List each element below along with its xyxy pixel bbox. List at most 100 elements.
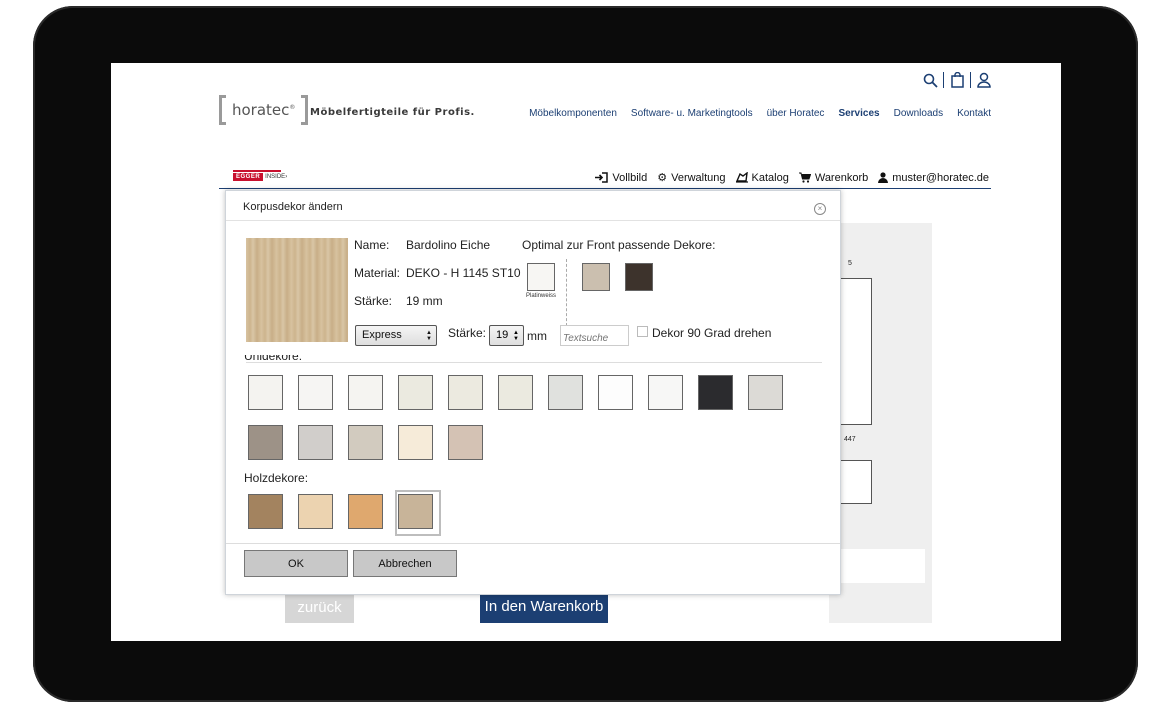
account-button[interactable]: muster@horatec.de	[878, 171, 989, 184]
uni-swatch[interactable]	[348, 425, 383, 460]
admin-label: Verwaltung	[671, 171, 726, 184]
wood-swatch[interactable]	[298, 494, 333, 529]
user-icon[interactable]	[973, 71, 995, 89]
cart-label: Warenkorb	[814, 171, 869, 184]
decor-dialog: Korpusdekor ändern × Name: Bardolino Eic…	[225, 190, 841, 595]
nav-item-services[interactable]: Services	[838, 108, 879, 119]
catalog-button[interactable]: Katalog	[735, 171, 789, 184]
wood-swatch[interactable]	[398, 494, 433, 529]
uni-swatch[interactable]	[398, 425, 433, 460]
icon-separator	[970, 72, 971, 88]
top-icons	[919, 71, 995, 89]
tagline: Möbelfertigteile für Profis.	[310, 107, 475, 118]
rotate-checkbox[interactable]	[637, 326, 648, 337]
thickness-unit: mm	[527, 329, 547, 343]
toolbar-actions: Vollbild ⚙ Verwaltung Katalog Warenkorb …	[595, 171, 989, 184]
logo-bracket-right	[301, 95, 309, 125]
cancel-button[interactable]: Abbrechen	[353, 550, 457, 577]
material-label: Material:	[354, 266, 401, 280]
uni-swatch[interactable]	[498, 375, 533, 410]
cabinet-preview-lower	[838, 460, 872, 504]
optimal-decors-title: Optimal zur Front passende Dekore:	[522, 238, 716, 252]
thickness-field-label: Stärke:	[448, 326, 487, 340]
dialog-title: Korpusdekor ändern	[243, 201, 343, 213]
thickness-value: 19 mm	[406, 294, 443, 308]
uni-swatch[interactable]	[648, 375, 683, 410]
icon-separator	[943, 72, 944, 88]
wood-swatch[interactable]	[248, 494, 283, 529]
nav-item-ueber-horatec[interactable]: über Horatec	[767, 108, 825, 119]
section-divider	[246, 362, 822, 363]
thickness-select-value: 19	[496, 329, 509, 341]
catalog-icon	[735, 172, 748, 183]
ok-button[interactable]: OK	[244, 550, 348, 577]
logo-bracket-left	[219, 95, 226, 125]
uni-swatch[interactable]	[598, 375, 633, 410]
back-button[interactable]: zurück	[285, 591, 354, 623]
cart-button[interactable]: Warenkorb	[798, 171, 869, 184]
catalog-label: Katalog	[751, 171, 789, 184]
egger-logo-bar	[233, 170, 281, 172]
nav-item-kontakt[interactable]: Kontakt	[957, 108, 991, 119]
browser-screen: horatec® Möbelfertigteile für Profis. Mö…	[111, 63, 1061, 641]
fullscreen-label: Vollbild	[612, 171, 648, 184]
select-arrows-icon: ▲ ▼	[426, 330, 432, 342]
thickness-select[interactable]: 19 ▲ ▼	[489, 325, 524, 346]
logo-text: horatec®	[232, 101, 296, 119]
nav-item-moebelkomponenten[interactable]: Möbelkomponenten	[529, 108, 617, 119]
configurator-toolbar: EGGER INSIDE › Vollbild ⚙ Verwaltung Kata…	[219, 169, 991, 189]
material-value: DEKO - H 1145 ST10	[406, 266, 521, 280]
thickness-label: Stärke:	[354, 294, 393, 308]
name-value: Bardolino Eiche	[406, 238, 491, 252]
uni-swatch[interactable]	[298, 375, 333, 410]
delivery-select[interactable]: Express ▲ ▼	[355, 325, 437, 346]
uni-swatch[interactable]	[348, 375, 383, 410]
name-label: Name:	[354, 238, 390, 252]
select-arrows-icon: ▲ ▼	[513, 330, 519, 342]
dimension-label: 5	[848, 260, 852, 267]
uni-swatch[interactable]	[548, 375, 583, 410]
uni-swatch[interactable]	[448, 375, 483, 410]
uni-swatch[interactable]	[398, 375, 433, 410]
egger-chevron-icon: ›	[285, 174, 288, 180]
dimension-label: 447	[844, 436, 856, 443]
optimal-swatch[interactable]	[582, 263, 610, 291]
bag-icon[interactable]	[946, 71, 968, 89]
optimal-swatch-label: Platinweiss	[526, 293, 557, 299]
uni-swatch[interactable]	[748, 375, 783, 410]
decor-preview-image	[246, 238, 348, 342]
gear-icon: ⚙	[657, 172, 668, 184]
egger-logo: EGGER	[233, 173, 264, 181]
cabinet-preview-upper	[838, 278, 872, 425]
uni-swatch[interactable]	[298, 425, 333, 460]
login-arrow-icon	[595, 172, 609, 183]
delivery-select-value: Express	[362, 329, 402, 341]
uni-swatch[interactable]	[248, 425, 283, 460]
title-divider	[226, 220, 840, 221]
wood-section-label: Holzdekore:	[244, 471, 309, 485]
user-icon	[878, 172, 889, 183]
decor-search-input[interactable]	[560, 325, 629, 346]
egger-inside-label: INSIDE	[265, 174, 286, 180]
uni-swatch[interactable]	[248, 375, 283, 410]
cart-icon	[798, 172, 811, 183]
search-icon[interactable]	[919, 71, 941, 89]
wood-swatch[interactable]	[348, 494, 383, 529]
close-icon[interactable]: ×	[814, 203, 826, 215]
account-email: muster@horatec.de	[892, 171, 989, 184]
egger-inside-logo: EGGER INSIDE ›	[233, 170, 288, 181]
rotate-label: Dekor 90 Grad drehen	[652, 326, 772, 340]
horatec-logo[interactable]: horatec®	[219, 94, 309, 126]
optimal-swatch[interactable]	[625, 263, 653, 291]
optimal-swatch[interactable]	[527, 263, 555, 291]
admin-button[interactable]: ⚙ Verwaltung	[657, 171, 726, 185]
main-nav: Möbelkomponenten Software- u. Marketingt…	[529, 108, 991, 119]
fullscreen-button[interactable]: Vollbild	[595, 171, 647, 184]
preview-field	[829, 549, 925, 583]
nav-item-downloads[interactable]: Downloads	[894, 108, 943, 119]
nav-item-software[interactable]: Software- u. Marketingtools	[631, 108, 753, 119]
uni-swatch[interactable]	[698, 375, 733, 410]
optimal-divider	[566, 259, 567, 326]
footer-divider	[226, 543, 840, 544]
uni-swatch[interactable]	[448, 425, 483, 460]
